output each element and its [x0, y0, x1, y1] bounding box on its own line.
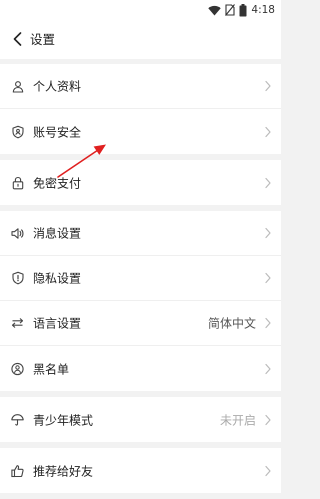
no-sim-icon [225, 4, 236, 16]
row-label: 消息设置 [33, 226, 82, 241]
row-password-free-pay[interactable]: 免密支付 [0, 160, 281, 205]
shield-icon [11, 125, 24, 138]
battery-icon [239, 3, 247, 16]
speaker-icon [11, 227, 24, 240]
swap-arrows-icon [11, 317, 24, 330]
person-icon [11, 80, 24, 93]
thumbs-up-icon [11, 464, 24, 477]
blocked-user-icon [11, 362, 24, 375]
chevron-right-icon [265, 465, 271, 476]
row-blacklist[interactable]: 黑名单 [0, 346, 281, 391]
chevron-right-icon [265, 177, 271, 188]
row-label: 账号安全 [33, 125, 82, 139]
chevron-right-icon [265, 272, 271, 284]
settings-group-general: 消息设置 隐私设置 语言设置 简体中文 黑名单 [0, 211, 281, 391]
settings-group-payment: 免密支付 [0, 160, 281, 205]
umbrella-icon [11, 413, 24, 426]
row-youth-mode[interactable]: 青少年模式 未开启 [0, 397, 281, 442]
page-title: 设置 [30, 32, 56, 47]
row-label: 语言设置 [33, 316, 82, 331]
chevron-right-icon [265, 363, 271, 374]
chevron-right-icon [265, 414, 271, 425]
settings-group-youth: 青少年模式 未开启 [0, 397, 281, 442]
row-language-settings[interactable]: 语言设置 简体中文 [0, 301, 281, 346]
row-label: 推荐给好友 [33, 464, 94, 478]
row-privacy-settings[interactable]: 隐私设置 [0, 256, 281, 301]
header: 设置 [0, 20, 281, 59]
row-message-settings[interactable]: 消息设置 [0, 211, 281, 256]
chevron-right-icon [265, 80, 271, 92]
row-label: 个人资料 [33, 79, 82, 94]
status-time: 4:18 [251, 4, 275, 16]
row-profile[interactable]: 个人资料 [0, 64, 281, 109]
row-label: 隐私设置 [33, 271, 82, 286]
row-label: 青少年模式 [33, 413, 94, 427]
row-label: 黑名单 [33, 362, 70, 376]
row-label: 免密支付 [33, 176, 82, 190]
back-button[interactable] [6, 26, 28, 52]
settings-group-share: 推荐给好友 [0, 448, 281, 493]
row-recommend-friends[interactable]: 推荐给好友 [0, 448, 281, 493]
youth-mode-status: 未开启 [219, 413, 256, 427]
lock-icon [11, 176, 24, 189]
wifi-icon [208, 5, 222, 15]
settings-group-account: 个人资料 账号安全 [0, 64, 281, 154]
chevron-left-icon [13, 32, 21, 46]
privacy-shield-icon [11, 271, 24, 285]
status-bar: 4:18 [0, 0, 281, 20]
chevron-right-icon [265, 126, 271, 137]
row-account-security[interactable]: 账号安全 [0, 109, 281, 154]
language-value: 简体中文 [207, 316, 256, 331]
chevron-right-icon [265, 317, 271, 329]
chevron-right-icon [265, 227, 271, 239]
